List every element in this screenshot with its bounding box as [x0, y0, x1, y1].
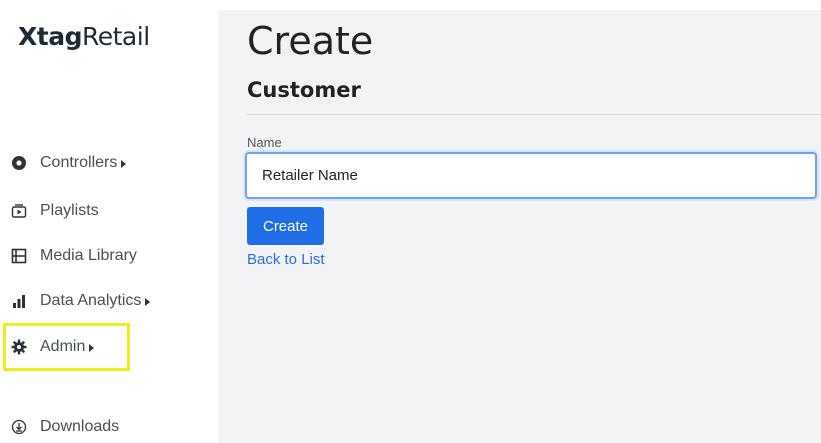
playlist-play-icon	[10, 202, 28, 220]
sidebar-item-label: Downloads	[40, 418, 120, 435]
page-subtitle: Customer	[247, 78, 361, 102]
bar-chart-icon	[10, 292, 28, 310]
sidebar-item-label: Playlists	[40, 202, 99, 219]
sidebar-item-controllers[interactable]: Controllers	[10, 150, 127, 176]
main-content: Create Customer Name Create Back to List	[218, 10, 821, 443]
brand-logo-bold: Xtag	[18, 22, 83, 51]
page-title: Create	[247, 19, 374, 63]
caret-right-icon	[145, 297, 151, 306]
back-to-list-link[interactable]: Back to List	[247, 251, 325, 268]
name-field-label: Name	[247, 135, 282, 150]
media-library-icon	[10, 247, 28, 265]
sidebar-item-downloads[interactable]: Downloads	[10, 414, 119, 440]
brand-logo[interactable]: XtagRetail	[18, 22, 150, 51]
download-icon	[10, 418, 28, 436]
sidebar-item-data-analytics[interactable]: Data Analytics	[10, 288, 151, 314]
admin-highlight-box	[3, 323, 130, 371]
sidebar: XtagRetail Controllers Playlists Media L…	[0, 0, 218, 443]
sidebar-item-label: Controllers	[40, 154, 118, 171]
divider	[247, 114, 821, 115]
caret-right-icon	[121, 159, 127, 168]
create-button[interactable]: Create	[247, 207, 324, 245]
circle-dot-icon	[10, 154, 28, 172]
name-field[interactable]	[245, 152, 817, 199]
sidebar-item-label: Data Analytics	[40, 292, 142, 309]
sidebar-item-label: Media Library	[40, 247, 137, 264]
brand-logo-light: Retail	[82, 22, 150, 51]
sidebar-item-playlists[interactable]: Playlists	[10, 198, 99, 224]
sidebar-item-media-library[interactable]: Media Library	[10, 243, 137, 269]
